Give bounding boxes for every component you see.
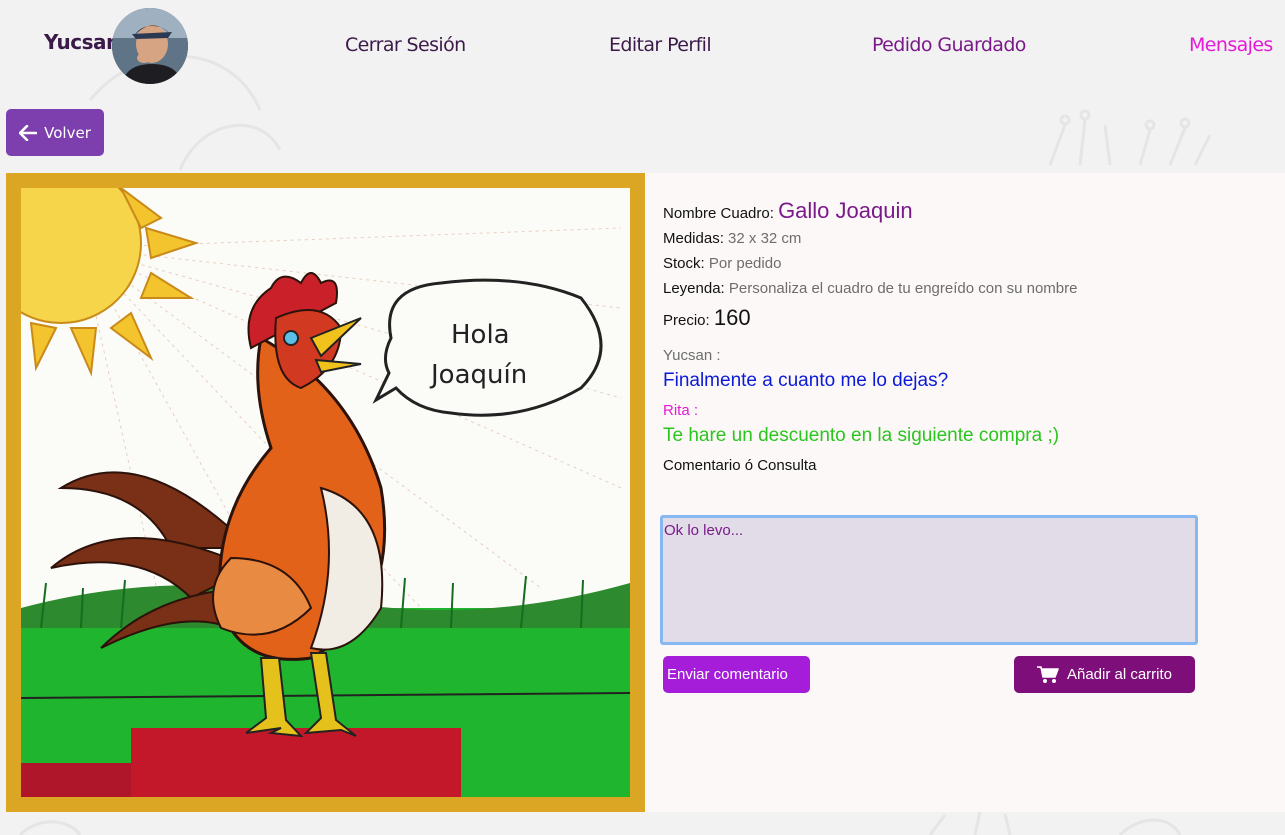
add-to-cart-button[interactable]: Añadir al carrito xyxy=(1014,656,1195,693)
user-name: Yucsan xyxy=(44,30,120,54)
send-comment-button[interactable]: Enviar comentario xyxy=(663,656,810,693)
product-legend-row: Leyenda: Personaliza el cuadro de tu eng… xyxy=(663,276,1263,301)
product-price-label: Precio: xyxy=(663,312,710,329)
product-size: 32 x 32 cm xyxy=(728,230,802,247)
message-text: Te hare un descuento en la siguiente com… xyxy=(663,425,1060,446)
product-image-frame: Hola Joaquín xyxy=(6,173,645,812)
product-stock-row: Stock: Por pedido xyxy=(663,251,1263,276)
back-button-label: Volver xyxy=(44,123,91,142)
cart-icon xyxy=(1036,665,1059,683)
product-name-label: Nombre Cuadro: xyxy=(663,205,774,222)
comment-textarea[interactable]: Ok lo levo... xyxy=(660,515,1198,645)
comment-label: Comentario ó Consulta xyxy=(663,457,817,474)
product-name-row: Nombre Cuadro: Gallo Joaquin xyxy=(663,198,1263,226)
product-info: Nombre Cuadro: Gallo Joaquin Medidas: 32… xyxy=(663,198,1263,474)
product-image[interactable]: Hola Joaquín xyxy=(21,188,630,797)
top-navigation: Yucsan Cerrar Sesión Editar Perfil Pedid… xyxy=(0,0,1285,95)
product-stock-label: Stock: xyxy=(663,255,705,272)
product-legend: Personaliza el cuadro de tu engreído con… xyxy=(728,280,1078,297)
nav-logout-link[interactable]: Cerrar Sesión xyxy=(345,34,466,56)
rooster-painting-image: Hola Joaquín xyxy=(21,188,630,797)
product-price: 160 xyxy=(713,305,751,330)
product-name: Gallo Joaquin xyxy=(778,198,913,223)
nav-edit-profile-link[interactable]: Editar Perfil xyxy=(609,34,712,56)
user-avatar[interactable] xyxy=(112,8,188,84)
product-size-row: Medidas: 32 x 32 cm xyxy=(663,226,1263,251)
back-button[interactable]: Volver xyxy=(6,109,104,156)
arrow-left-icon xyxy=(19,124,38,141)
add-to-cart-label: Añadir al carrito xyxy=(1066,666,1173,683)
product-price-row: Precio: 160 xyxy=(663,305,1263,333)
message-text: Finalmente a cuanto me lo dejas? xyxy=(663,370,949,391)
image-speech-line1: Hola xyxy=(451,320,510,350)
product-stock: Por pedido xyxy=(708,255,782,272)
avatar-portrait-icon xyxy=(112,8,188,84)
message-author: Yucsan : xyxy=(663,347,721,364)
product-card: Hola Joaquín Nombre Cuadro: Gallo Joaqui… xyxy=(6,173,1285,812)
product-size-label: Medidas: xyxy=(663,230,724,247)
image-speech-line2: Joaquín xyxy=(429,360,527,390)
nav-messages-link[interactable]: Mensajes xyxy=(1189,34,1273,56)
nav-saved-order-link[interactable]: Pedido Guardado xyxy=(872,34,1026,56)
product-legend-label: Leyenda: xyxy=(663,280,725,297)
message-author: Rita : xyxy=(663,402,699,419)
